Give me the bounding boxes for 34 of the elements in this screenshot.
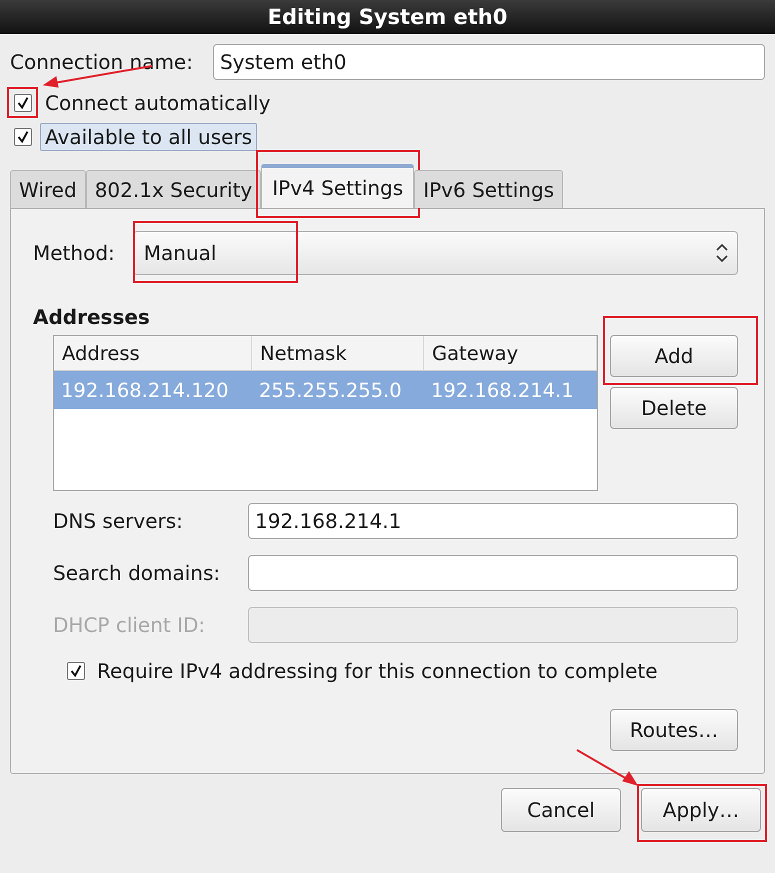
field-label: DHCP client ID:: [53, 613, 206, 637]
option-label: Connect automatically: [44, 90, 272, 117]
connection-name-field[interactable]: System eth0: [212, 44, 765, 80]
dialog-button[interactable]: Cancel: [501, 788, 621, 832]
method-label: Method:: [33, 241, 115, 265]
tab[interactable]: Wired: [10, 170, 86, 208]
column-header[interactable]: Address: [54, 336, 252, 371]
checkbox[interactable]: [14, 128, 32, 146]
tab[interactable]: IPv4 Settings: [261, 164, 414, 208]
table-cell-text: 192.168.214.120: [60, 378, 230, 404]
section-heading: Addresses: [33, 305, 151, 329]
checkbox[interactable]: [67, 662, 85, 680]
field-label: Search domains:: [53, 561, 222, 585]
text-field[interactable]: [248, 555, 738, 591]
checkbox[interactable]: [14, 94, 32, 112]
checkbox-label: Require IPv4 addressing for this connection to complete: [97, 659, 658, 683]
address-button[interactable]: Add: [610, 335, 738, 377]
field-label: DNS servers:: [53, 509, 184, 533]
routes-button[interactable]: Routes…: [610, 709, 738, 751]
method-dropdown[interactable]: Manual: [132, 231, 738, 275]
dialog-button[interactable]: Apply…: [641, 788, 761, 832]
spinner-icon: [715, 242, 729, 264]
window-title: Editing System eth0: [0, 0, 775, 34]
text-field[interactable]: [248, 607, 738, 643]
option-label: Available to all users: [40, 123, 258, 151]
column-header[interactable]: Gateway: [424, 336, 597, 371]
text-field[interactable]: 192.168.214.1: [248, 503, 738, 539]
table-cell-text: 255.255.255.0: [258, 378, 403, 404]
table-cell-text: 192.168.214.1: [430, 378, 575, 404]
field-label: Connection name:: [10, 50, 193, 74]
tab[interactable]: IPv6 Settings: [414, 170, 564, 208]
address-button[interactable]: Delete: [610, 387, 738, 429]
tab[interactable]: 802.1x Security: [86, 170, 262, 208]
column-header[interactable]: Netmask: [252, 336, 424, 371]
